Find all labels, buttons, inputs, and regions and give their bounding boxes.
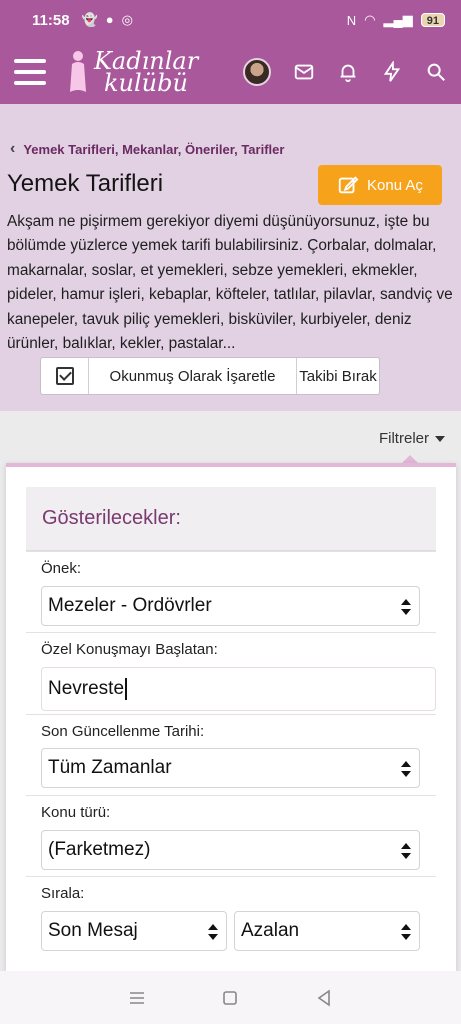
filter-heading: Gösterilecekler: [26,487,436,551]
prefix-field: Önek: Mezeler - Ordövrler [26,551,436,632]
select-arrows-icon [401,599,411,615]
chevron-left-icon: ‹ [10,140,16,157]
snapchat-icon: 👻 [81,12,98,27]
sort-field: Sırala: Son Mesaj Azalan [26,876,436,971]
select-arrows-icon [401,761,411,777]
filter-popup: Gösterilecekler: Önek: Mezeler - Ordövrl… [6,463,456,971]
prefix-value: Mezeler - Ordövrler [48,595,212,616]
home-icon[interactable] [220,988,240,1008]
page-title: Yemek Tarifleri [7,170,164,197]
battery-indicator: 91 [420,13,445,27]
last-updated-field: Son Güncellenme Tarihi: Tüm Zamanlar [26,714,436,795]
forum-action-bar: Okunmuş Olarak İşaretle Takibi Bırak [40,357,380,395]
edit-icon [338,176,359,194]
system-navbar [0,971,461,1024]
filters-toggle[interactable]: Filtreler [379,430,445,447]
order-value: Azalan [241,920,300,941]
thread-type-field: Konu türü: (Farketmez) [26,795,436,876]
forum-info: ‹ Yemek Tarifleri, Mekanlar, Öneriler, T… [0,104,461,411]
back-icon[interactable] [314,988,334,1008]
status-time: 11:58 [32,11,70,29]
site-header: Kadınlar kulübü [0,40,461,104]
lightning-icon[interactable] [381,61,403,83]
signal-icon: ▂▄▆ [383,12,413,27]
select-checkbox-button[interactable] [41,358,89,394]
thread-type-select[interactable]: (Farketmez) [41,830,420,870]
bell-icon[interactable] [337,61,359,83]
unfollow-button[interactable]: Takibi Bırak [297,358,379,394]
instagram-icon: ◎ [121,12,133,27]
started-by-input[interactable]: Nevreste [41,667,436,711]
site-logo[interactable]: Kadınlar kulübü [66,48,198,96]
breadcrumb-link[interactable]: Yemek Tarifleri, Mekanlar, Öneriler, Tar… [23,142,284,157]
prefix-label: Önek: [41,560,82,577]
last-updated-value: Tüm Zamanlar [48,757,172,778]
forum-description: Akşam ne pişirmem gerekiyor diyemi düşün… [7,213,453,353]
logo-text-line2: kulübü [104,69,188,97]
filters-toggle-label: Filtreler [378,430,429,447]
avatar[interactable] [243,58,271,86]
system-icons: N ◠ ▂▄▆ 91 [347,12,445,28]
nfc-icon: N [346,12,357,28]
notification-icons: 👻 ● ◎ [82,12,133,28]
search-icon[interactable] [425,61,447,83]
status-bar: 11:58 👻 ● ◎ N ◠ ▂▄▆ 91 [0,0,461,40]
select-arrows-icon [401,843,411,859]
started-by-label: Özel Konuşmayı Başlatan: [41,641,218,658]
pinterest-icon: ● [105,12,114,27]
thread-type-label: Konu türü: [41,804,111,821]
last-updated-label: Son Güncellenme Tarihi: [41,723,205,740]
select-arrows-icon [208,924,218,940]
last-updated-select[interactable]: Tüm Zamanlar [41,748,420,788]
sort-label: Sırala: [41,885,85,902]
prefix-select[interactable]: Mezeler - Ordövrler [41,586,420,626]
new-topic-button[interactable]: Konu Aç [318,165,442,205]
sort-select[interactable]: Son Mesaj [41,911,227,951]
recent-apps-icon[interactable] [127,988,147,1008]
order-select[interactable]: Azalan [234,911,420,951]
caret-down-icon [435,435,445,442]
new-topic-label: Konu Aç [367,176,423,194]
breadcrumb[interactable]: ‹ Yemek Tarifleri, Mekanlar, Öneriler, T… [10,140,284,158]
mark-read-button[interactable]: Okunmuş Olarak İşaretle [89,358,297,394]
checkbox-icon [55,367,74,385]
wifi-icon: ◠ [364,12,376,27]
logo-figure-icon [70,51,86,92]
inbox-icon[interactable] [293,61,315,83]
menu-icon[interactable] [14,59,46,85]
sort-value: Son Mesaj [48,920,138,941]
started-by-field: Özel Konuşmayı Başlatan: Nevreste [26,632,436,714]
started-by-value: Nevreste [48,678,125,699]
thread-type-value: (Farketmez) [48,839,151,860]
select-arrows-icon [401,924,411,940]
